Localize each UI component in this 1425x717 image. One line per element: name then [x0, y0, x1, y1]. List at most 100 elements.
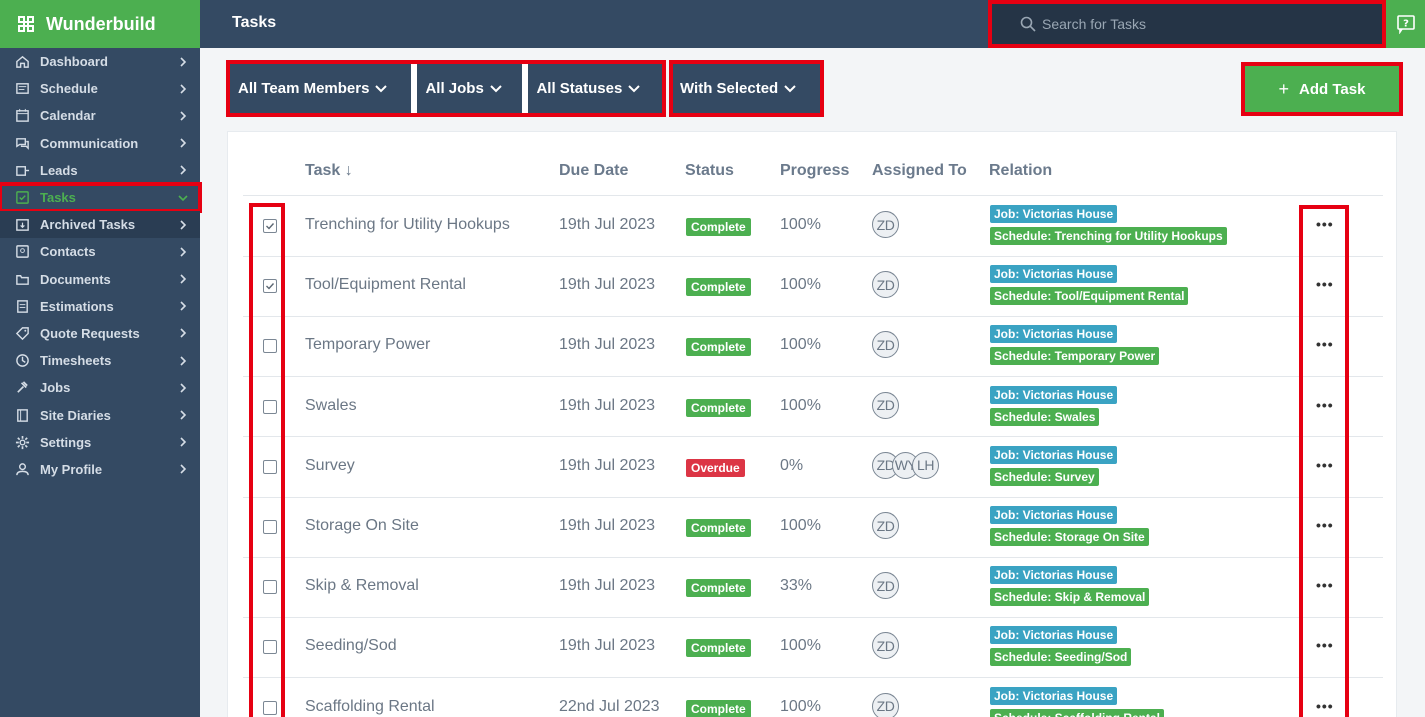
status-badge: Complete [686, 278, 751, 297]
sidebar-item-label: Contacts [40, 244, 96, 260]
table-row[interactable]: Skip & Removal 19th Jul 2023 Complete 33% ZD… [228, 557, 1396, 617]
brand-logo[interactable]: Wunderbuild [0, 0, 200, 48]
due-date: 19th Jul 2023 [559, 456, 656, 474]
table-row[interactable]: Temporary Power 19th Jul 2023 Complete 100%… [228, 316, 1396, 376]
chevron-right-icon [180, 410, 187, 420]
task-name[interactable]: Storage On Site [305, 517, 419, 535]
schedule-relation-tag[interactable]: Schedule: Temporary Power [990, 347, 1160, 366]
sidebar-item-quote-requests[interactable]: Quote Requests [0, 320, 200, 347]
sidebar-item-my-profile[interactable]: My Profile [0, 456, 200, 483]
sidebar-item-documents[interactable]: Documents [0, 266, 200, 293]
sidebar-item-leads[interactable]: Leads [0, 157, 200, 184]
avatar[interactable]: ZD [872, 512, 899, 539]
avatar[interactable]: ZD [872, 331, 899, 359]
search-placeholder: Search for Tasks [1042, 16, 1147, 32]
book-icon [14, 407, 30, 423]
job-relation-tag[interactable]: Job: Victorias House [990, 445, 1118, 464]
schedule-relation-tag[interactable]: Schedule: Seeding/Sod [990, 648, 1132, 667]
jobs-label: All Jobs [425, 80, 484, 97]
sidebar-item-estimations[interactable]: Estimations [0, 293, 200, 320]
sidebar-item-site-diaries[interactable]: Site Diaries [0, 401, 200, 428]
table-row[interactable]: Trenching for Utility Hookups 19th Jul 20… [228, 196, 1396, 256]
avatar[interactable]: ZD [872, 572, 899, 600]
due-date: 19th Jul 2023 [559, 336, 656, 354]
task-name[interactable]: Trenching for Utility Hookups [305, 216, 510, 234]
progress-value: 100% [780, 697, 821, 715]
help-button[interactable]: ? [1386, 0, 1425, 48]
job-relation-tag[interactable]: Job: Victorias House [990, 325, 1118, 344]
sidebar-item-timesheets[interactable]: Timesheets [0, 347, 200, 374]
search-icon [1020, 16, 1036, 32]
job-relation-tag[interactable]: Job: Victorias House [990, 506, 1118, 524]
schedule-relation-tag[interactable]: Schedule: Tool/Equipment Rental [990, 287, 1189, 306]
table-row[interactable]: Tool/Equipment Rental 19th Jul 2023 Comple… [228, 256, 1396, 316]
schedule-relation-tag[interactable]: Schedule: Swales [990, 407, 1100, 426]
job-relation-tag[interactable]: Job: Victorias House [990, 265, 1118, 284]
task-name[interactable]: Swales [305, 397, 357, 415]
chevron-right-icon [180, 383, 187, 393]
chevron-down-icon [178, 194, 188, 201]
sidebar-item-archived-tasks[interactable]: Archived Tasks [0, 211, 200, 239]
table-row[interactable]: Survey 19th Jul 2023 Overdue 0% ZD WY LH Job: V… [228, 437, 1396, 497]
task-name[interactable]: Tool/Equipment Rental [305, 276, 466, 294]
due-date: 19th Jul 2023 [559, 396, 656, 414]
task-name[interactable]: Skip & Removal [305, 577, 419, 595]
task-name[interactable]: Temporary Power [305, 336, 430, 354]
sidebar-item-jobs[interactable]: Jobs [0, 374, 200, 401]
calendar-icon [14, 108, 30, 124]
header-task[interactable]: Task ↓ [305, 162, 353, 180]
filter-group: All Team Members All Jobs All Statuses [226, 60, 666, 117]
schedule-relation-tag[interactable]: Schedule: Trenching for Utility Hookups [990, 227, 1227, 245]
header-relation[interactable]: Relation [989, 162, 1052, 180]
avatar[interactable]: ZD [872, 391, 899, 419]
header-status[interactable]: Status [685, 162, 734, 180]
table-row[interactable]: Swales 19th Jul 2023 Complete 100% ZD Job: Vi… [228, 377, 1396, 437]
header-assigned[interactable]: Assigned To [872, 162, 967, 180]
add-task-button[interactable]: + Add Task [1241, 62, 1403, 116]
with-selected-dropdown[interactable]: With Selected [673, 64, 820, 113]
brand-name: Wunderbuild [46, 13, 156, 34]
sidebar-item-tasks[interactable]: Tasks [0, 181, 202, 214]
avatar[interactable]: ZD [872, 271, 899, 299]
task-name[interactable]: Scaffolding Rental [305, 698, 435, 716]
team-members-filter[interactable]: All Team Members [230, 64, 411, 113]
chevron-right-icon [180, 138, 187, 148]
job-relation-tag[interactable]: Job: Victorias House [990, 566, 1118, 585]
progress-value: 33% [780, 577, 813, 595]
header-progress[interactable]: Progress [780, 162, 849, 180]
sidebar-item-settings[interactable]: Settings [0, 429, 200, 456]
avatar[interactable]: LH [912, 451, 939, 479]
table-row[interactable]: Seeding/Sod 19th Jul 2023 Complete 100% ZD Jo… [228, 617, 1396, 677]
tag-icon [14, 325, 30, 341]
avatar[interactable]: ZD [872, 211, 899, 238]
contacts-icon [14, 244, 30, 260]
avatar[interactable]: ZD [872, 692, 899, 717]
schedule-relation-tag[interactable]: Schedule: Skip & Removal [990, 588, 1150, 607]
sidebar-item-contacts[interactable]: Contacts [0, 238, 200, 265]
sidebar-item-calendar[interactable]: Calendar [0, 102, 200, 129]
job-relation-tag[interactable]: Job: Victorias House [990, 686, 1118, 705]
schedule-relation-tag[interactable]: Schedule: Storage On Site [990, 528, 1149, 546]
avatar[interactable]: ZD [872, 632, 899, 660]
add-task-label: Add Task [1299, 80, 1366, 98]
job-relation-tag[interactable]: Job: Victorias House [990, 385, 1118, 404]
schedule-relation-tag[interactable]: Schedule: Scaffolding Rental [990, 708, 1165, 717]
task-name[interactable]: Seeding/Sod [305, 637, 397, 655]
schedule-relation-tag[interactable]: Schedule: Survey [990, 467, 1099, 486]
plus-icon: + [1278, 78, 1290, 99]
task-name[interactable]: Survey [305, 457, 355, 475]
table-row[interactable]: Scaffolding Rental 22nd Jul 2023 Complete 1… [228, 678, 1396, 717]
chevron-right-icon [180, 57, 187, 67]
job-relation-tag[interactable]: Job: Victorias House [990, 205, 1118, 223]
header-due-date[interactable]: Due Date [559, 162, 628, 180]
jobs-filter[interactable]: All Jobs [417, 64, 522, 113]
table-header: Task ↓ Due Date Status Progress Assigned… [228, 160, 1396, 196]
table-row[interactable]: Storage On Site 19th Jul 2023 Complete 100%… [228, 497, 1396, 557]
statuses-filter[interactable]: All Statuses [528, 64, 662, 113]
search-input[interactable]: Search for Tasks [988, 0, 1386, 48]
job-relation-tag[interactable]: Job: Victorias House [990, 626, 1118, 645]
sidebar-item-dashboard[interactable]: Dashboard [0, 48, 200, 75]
sidebar-item-communication[interactable]: Communication [0, 130, 200, 157]
progress-value: 0% [780, 456, 804, 474]
sidebar-item-schedule[interactable]: Schedule [0, 75, 200, 102]
